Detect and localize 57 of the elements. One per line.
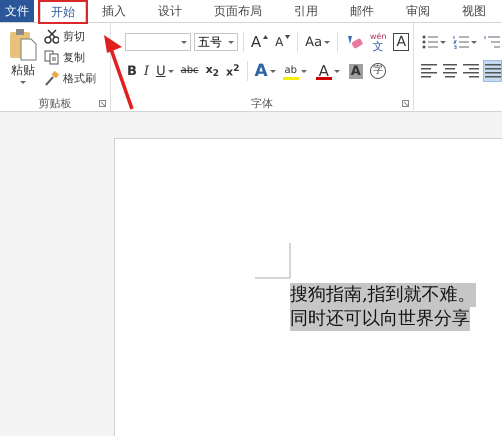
character-border-button[interactable]: A	[391, 31, 412, 53]
ribbon-tab[interactable]: 引用	[278, 0, 334, 22]
strikethrough-button[interactable]: abc	[178, 60, 201, 82]
ribbon-tab[interactable]: 邮件	[334, 0, 390, 22]
annotation-box	[38, 0, 88, 24]
list-icon	[453, 35, 469, 49]
font-color-button[interactable]: A	[314, 60, 344, 82]
file-tab[interactable]: 文件	[0, 0, 34, 22]
dialog-launcher-icon	[99, 100, 106, 107]
list-icon	[484, 35, 500, 49]
superscript-button[interactable]: x$^{2}$	[224, 60, 242, 82]
caret-icon	[471, 40, 477, 44]
selected-text: 搜狗指南,指到就不难。	[290, 283, 476, 307]
group-label: 字体	[251, 96, 273, 110]
ribbon-tab[interactable]: 开始	[40, 0, 86, 22]
align-justify-button[interactable]	[483, 60, 502, 82]
align-icon	[421, 64, 438, 78]
font-size-dropdown[interactable]: 五号	[194, 33, 238, 51]
up-caret-icon	[263, 35, 268, 39]
clipboard-button[interactable]: 剪切	[44, 27, 96, 45]
align-icon	[484, 64, 501, 78]
copy-icon	[44, 50, 59, 64]
ribbon-tab[interactable]: 页面布局	[198, 0, 278, 22]
clipboard-icon	[8, 27, 38, 61]
paste-button[interactable]: 粘贴	[8, 27, 38, 89]
ribbon-tab[interactable]: 插入	[86, 0, 142, 22]
caret-icon	[181, 40, 188, 44]
margin-mark-icon	[255, 243, 291, 279]
scissors-icon	[44, 28, 59, 44]
group-label: 剪贴板	[38, 96, 72, 110]
change-case-button[interactable]: Aa	[303, 31, 332, 53]
dialog-launcher-icon	[402, 100, 409, 107]
bold-button[interactable]: B	[125, 60, 139, 82]
subscript-button[interactable]: x$_{2}$	[204, 60, 222, 82]
list-icon	[422, 35, 438, 49]
grow-font-button[interactable]: A	[248, 31, 270, 53]
underline-button[interactable]: U	[154, 60, 176, 82]
clipboard-button[interactable]: 复制	[44, 48, 96, 66]
italic-button[interactable]: I	[142, 60, 152, 82]
caret-icon	[20, 80, 26, 85]
ribbon-tab[interactable]: 审阅	[390, 0, 446, 22]
selected-text: 同时还可以向世界分享	[290, 307, 470, 331]
align-icon	[442, 64, 458, 78]
ribbon-tab[interactable]: 设计	[142, 0, 198, 22]
color-bar-icon	[316, 77, 332, 80]
caret-icon	[228, 40, 234, 44]
align-icon	[463, 64, 480, 78]
highlight-button[interactable]: ab	[280, 60, 311, 82]
down-caret-icon	[285, 35, 290, 39]
highlight-bar-icon	[282, 77, 299, 80]
paintbrush-icon	[44, 70, 59, 86]
ribbon-tab[interactable]: 视图	[446, 0, 502, 22]
phonetic-guide-button[interactable]: wén 文	[368, 31, 388, 53]
caret-icon	[440, 40, 446, 44]
clipboard-button[interactable]: 格式刷	[44, 69, 96, 87]
shrink-font-button[interactable]: A	[273, 31, 292, 53]
text-effect-button[interactable]: A	[252, 60, 278, 82]
